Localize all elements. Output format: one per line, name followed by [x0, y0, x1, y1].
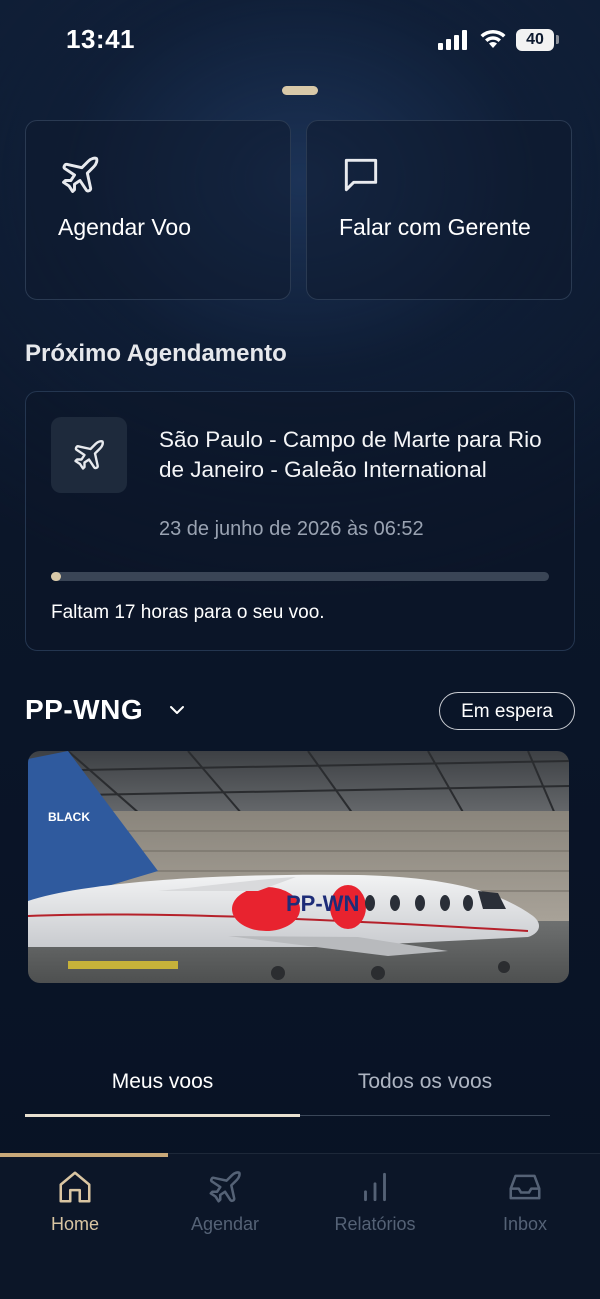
tab-all-flights[interactable]: Todos os voos [300, 1070, 550, 1094]
inbox-icon [509, 1174, 541, 1200]
nav-item-home[interactable]: Home [0, 1168, 150, 1235]
flights-tabs: Meus voos Todos os voos [25, 1058, 550, 1117]
fuselage-registration-text: PP-WN [286, 891, 359, 916]
status-bar: 13:41 40 [0, 0, 600, 80]
booking-icon-tile [51, 417, 127, 493]
nav-item-reports[interactable]: Relatórios [300, 1168, 450, 1235]
nav-item-inbox[interactable]: Inbox [450, 1168, 600, 1235]
aircraft-selector[interactable]: PP-WNG [25, 694, 143, 726]
nav-item-schedule[interactable]: Agendar [150, 1168, 300, 1235]
section-title-next-booking: Próximo Agendamento [25, 340, 287, 367]
tab-active-indicator [25, 1113, 300, 1117]
contact-manager-label: Falar com Gerente [339, 214, 531, 240]
cellular-signal-icon [438, 30, 467, 50]
schedule-flight-card[interactable]: Agendar Voo [25, 120, 291, 300]
booking-route: São Paulo - Campo de Marte para Rio de J… [159, 427, 542, 482]
aircraft-header: PP-WNG Em espera [25, 690, 575, 734]
airplane-icon [209, 1171, 241, 1203]
battery-indicator: 40 [516, 29, 554, 51]
nav-label-home: Home [50, 1214, 99, 1234]
aircraft-photo: BLACK PP-WN [28, 751, 569, 983]
contact-manager-card[interactable]: Falar com Gerente [306, 120, 572, 300]
battery-tip [556, 35, 559, 44]
chevron-down-icon[interactable] [169, 704, 185, 716]
wifi-icon [480, 29, 506, 48]
nav-label-inbox: Inbox [502, 1214, 548, 1234]
booking-progress-bar [51, 572, 549, 581]
sheet-handle[interactable] [282, 86, 318, 95]
livery-text: BLACK [48, 810, 90, 824]
home-icon [59, 1171, 91, 1203]
nav-progress-line [0, 1153, 168, 1157]
airplane-icon [62, 156, 99, 193]
bar-chart-icon [364, 1172, 386, 1202]
nav-label-schedule: Agendar [190, 1214, 260, 1234]
bottom-navigation: Home Agendar Relatórios Inbox [0, 1153, 600, 1299]
schedule-flight-label: Agendar Voo [58, 214, 192, 240]
next-booking-card[interactable]: São Paulo - Campo de Marte para Rio de J… [25, 391, 575, 651]
nav-label-reports: Relatórios [334, 1214, 416, 1234]
booking-progress-fill [51, 572, 61, 581]
tab-my-flights[interactable]: Meus voos [25, 1070, 300, 1094]
booking-datetime: 23 de junho de 2026 às 06:52 [159, 518, 424, 540]
aircraft-status-badge[interactable]: Em espera [439, 692, 575, 730]
time-remaining-text: Faltam 17 horas para o seu voo. [51, 602, 325, 623]
aircraft-image: BLACK PP-WN [28, 751, 569, 983]
chat-bubble-icon [344, 158, 378, 192]
status-time: 13:41 [66, 24, 135, 54]
airplane-icon [74, 440, 104, 470]
